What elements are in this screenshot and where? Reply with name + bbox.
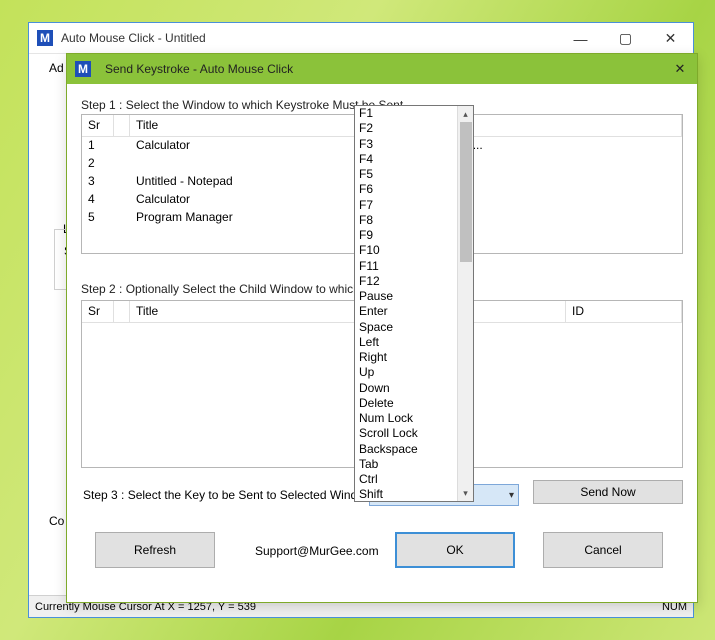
header-title[interactable]: Title [130,301,366,322]
dropdown-item[interactable]: F8 [355,213,459,228]
send-now-button[interactable]: Send Now [533,480,683,504]
dropdown-item[interactable]: Num Lock [355,411,459,426]
dropdown-item[interactable]: F7 [355,198,459,213]
dropdown-item[interactable]: F10 [355,243,459,258]
cell-title: Untitled - Notepad [130,173,366,191]
dropdown-item[interactable]: Right [355,350,459,365]
label-c-partial: Co [49,514,64,528]
app-logo-icon: M [37,30,53,46]
header-sr[interactable]: Sr [82,301,114,322]
chevron-down-icon: ▾ [509,490,514,501]
scroll-up-icon[interactable]: ▴ [458,106,473,122]
step2-label: Step 2 : Optionally Select the Child Win… [81,282,393,296]
refresh-button[interactable]: Refresh [95,532,215,568]
dialog-logo-icon: M [75,61,91,77]
dropdown-item[interactable]: Left [355,335,459,350]
dropdown-item[interactable]: F11 [355,259,459,274]
dropdown-item[interactable]: Pause [355,289,459,304]
cell-spacer [114,137,130,155]
dropdown-item[interactable]: F6 [355,182,459,197]
dialog-titlebar[interactable]: M Send Keystroke - Auto Mouse Click ✕ [67,54,697,84]
ok-button[interactable]: OK [395,532,515,568]
dropdown-item[interactable]: Down [355,381,459,396]
key-dropdown-list[interactable]: F1F2F3F4F5F6F7F8F9F10F11F12PauseEnterSpa… [354,105,474,502]
dialog-title: Send Keystroke - Auto Mouse Click [105,62,293,76]
cell-sr: 1 [82,137,114,155]
cell-title: Calculator [130,191,366,209]
scroll-down-icon[interactable]: ▾ [458,485,473,501]
support-email-link[interactable]: Support@MurGee.com [255,544,379,558]
cell-sr: 5 [82,209,114,227]
dropdown-item[interactable]: F3 [355,137,459,152]
dropdown-item[interactable]: F12 [355,274,459,289]
dropdown-item[interactable]: F4 [355,152,459,167]
cell-spacer [114,155,130,173]
cell-spacer [114,191,130,209]
header-spacer[interactable] [114,115,130,136]
dropdown-item[interactable]: Up [355,365,459,380]
dropdown-item[interactable]: Delete [355,396,459,411]
cell-title [130,155,366,173]
dropdown-scrollbar[interactable]: ▴ ▾ [457,106,473,501]
cell-sr: 2 [82,155,114,173]
dropdown-item[interactable]: Shift [355,487,459,501]
scroll-thumb[interactable] [460,122,472,262]
dropdown-item[interactable]: F5 [355,167,459,182]
header-title[interactable]: Title [130,115,366,136]
cell-sr: 3 [82,173,114,191]
main-window-title: Auto Mouse Click - Untitled [61,31,206,45]
dialog-close-button[interactable]: ✕ [671,60,689,78]
maximize-button[interactable]: ▢ [603,23,648,54]
dropdown-item[interactable]: F1 [355,106,459,121]
dropdown-item[interactable]: F2 [355,121,459,136]
header-id[interactable]: ID [566,301,682,322]
dropdown-item[interactable]: F9 [355,228,459,243]
header-sr[interactable]: Sr [82,115,114,136]
close-button[interactable]: ✕ [648,23,693,54]
step3-label: Step 3 : Select the Key to be Sent to Se… [83,488,373,502]
dropdown-item[interactable]: Enter [355,304,459,319]
cell-spacer [114,209,130,227]
main-titlebar[interactable]: M Auto Mouse Click - Untitled — ▢ ✕ [29,23,693,54]
cell-title: Program Manager [130,209,366,227]
cell-title: Calculator [130,137,366,155]
dropdown-item[interactable]: Scroll Lock [355,426,459,441]
cell-sr: 4 [82,191,114,209]
minimize-button[interactable]: — [558,23,603,54]
cancel-button[interactable]: Cancel [543,532,663,568]
window-controls: — ▢ ✕ [558,23,693,54]
dropdown-item[interactable]: Ctrl [355,472,459,487]
header-spacer[interactable] [114,301,130,322]
dropdown-item[interactable]: Tab [355,457,459,472]
dropdown-item[interactable]: Backspace [355,442,459,457]
dropdown-item[interactable]: Space [355,320,459,335]
label-add-partial: Ad [49,61,64,75]
cell-spacer [114,173,130,191]
